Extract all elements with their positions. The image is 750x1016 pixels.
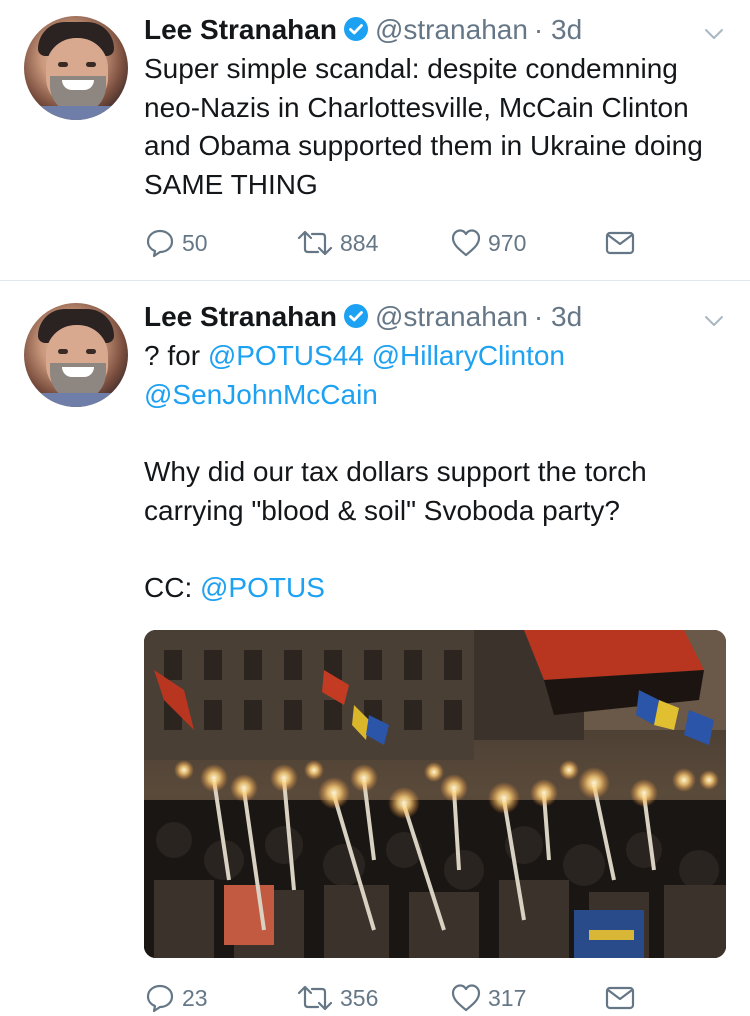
chevron-down-icon[interactable]: [702, 309, 726, 333]
tweet-text: Super simple scandal: despite condemning…: [144, 53, 711, 200]
tweet-body-text: Why did our tax dollars support the torc…: [144, 456, 655, 526]
mention-potus[interactable]: @POTUS: [200, 572, 325, 603]
mention-senjohnmccain[interactable]: @SenJohnMcCain: [144, 379, 378, 410]
retweet-count: 356: [340, 984, 379, 1011]
retweet-button[interactable]: 884: [296, 225, 378, 261]
tweet-header: Lee Stranahan @stranahan · 3d: [144, 299, 730, 335]
retweet-count: 884: [340, 229, 379, 256]
heart-icon: [451, 229, 481, 257]
author-name[interactable]: Lee Stranahan: [144, 14, 337, 45]
reply-button[interactable]: 23: [144, 980, 208, 1016]
verified-badge-icon: [343, 15, 369, 51]
tweet-text: ? for @POTUS44 @HillaryClinton @SenJohnM…: [144, 337, 734, 414]
chevron-down-icon[interactable]: [702, 22, 726, 46]
retweet-button[interactable]: 356: [296, 980, 378, 1016]
heart-icon: [451, 984, 481, 1012]
author-name[interactable]: Lee Stranahan: [144, 301, 337, 332]
reply-icon: [146, 229, 174, 258]
envelope-icon: [605, 231, 635, 255]
retweet-icon: [297, 985, 333, 1011]
tweet-time: · 3d: [533, 301, 583, 332]
tweet-actions: 23 356 317: [144, 980, 644, 1016]
tweet-1[interactable]: Lee Stranahan @stranahan · 3d Super simple…: [0, 0, 750, 280]
mention-potus44[interactable]: @POTUS44: [208, 340, 364, 371]
tweet-time: · 3d: [533, 14, 583, 45]
reply-button[interactable]: 50: [144, 225, 208, 261]
tweet-photo[interactable]: [144, 630, 726, 958]
like-count: 317: [488, 984, 527, 1011]
avatar[interactable]: [24, 16, 128, 120]
like-count: 970: [488, 229, 527, 256]
tweet-header: Lee Stranahan @stranahan · 3d: [144, 12, 730, 48]
retweet-icon: [297, 230, 333, 256]
reply-count: 50: [182, 229, 208, 256]
mention-hillaryclinton[interactable]: @HillaryClinton: [372, 340, 565, 371]
tweet-actions: 50 884 970: [144, 225, 644, 261]
like-button[interactable]: 970: [450, 225, 526, 261]
text-cc: CC:: [144, 572, 200, 603]
author-handle[interactable]: @stranahan: [375, 14, 528, 45]
tweet-2[interactable]: Lee Stranahan @stranahan · 3d ? for @POTUS…: [0, 281, 750, 1015]
reply-icon: [146, 984, 174, 1013]
text-question: ? for: [144, 340, 208, 371]
avatar[interactable]: [24, 303, 128, 407]
envelope-icon: [605, 986, 635, 1010]
direct-message-button[interactable]: [604, 980, 636, 1016]
reply-count: 23: [182, 984, 208, 1011]
tweet-cc-line: CC: @POTUS: [144, 569, 734, 608]
direct-message-button[interactable]: [604, 225, 636, 261]
author-handle[interactable]: @stranahan: [375, 301, 528, 332]
verified-badge-icon: [343, 302, 369, 338]
like-button[interactable]: 317: [450, 980, 526, 1016]
